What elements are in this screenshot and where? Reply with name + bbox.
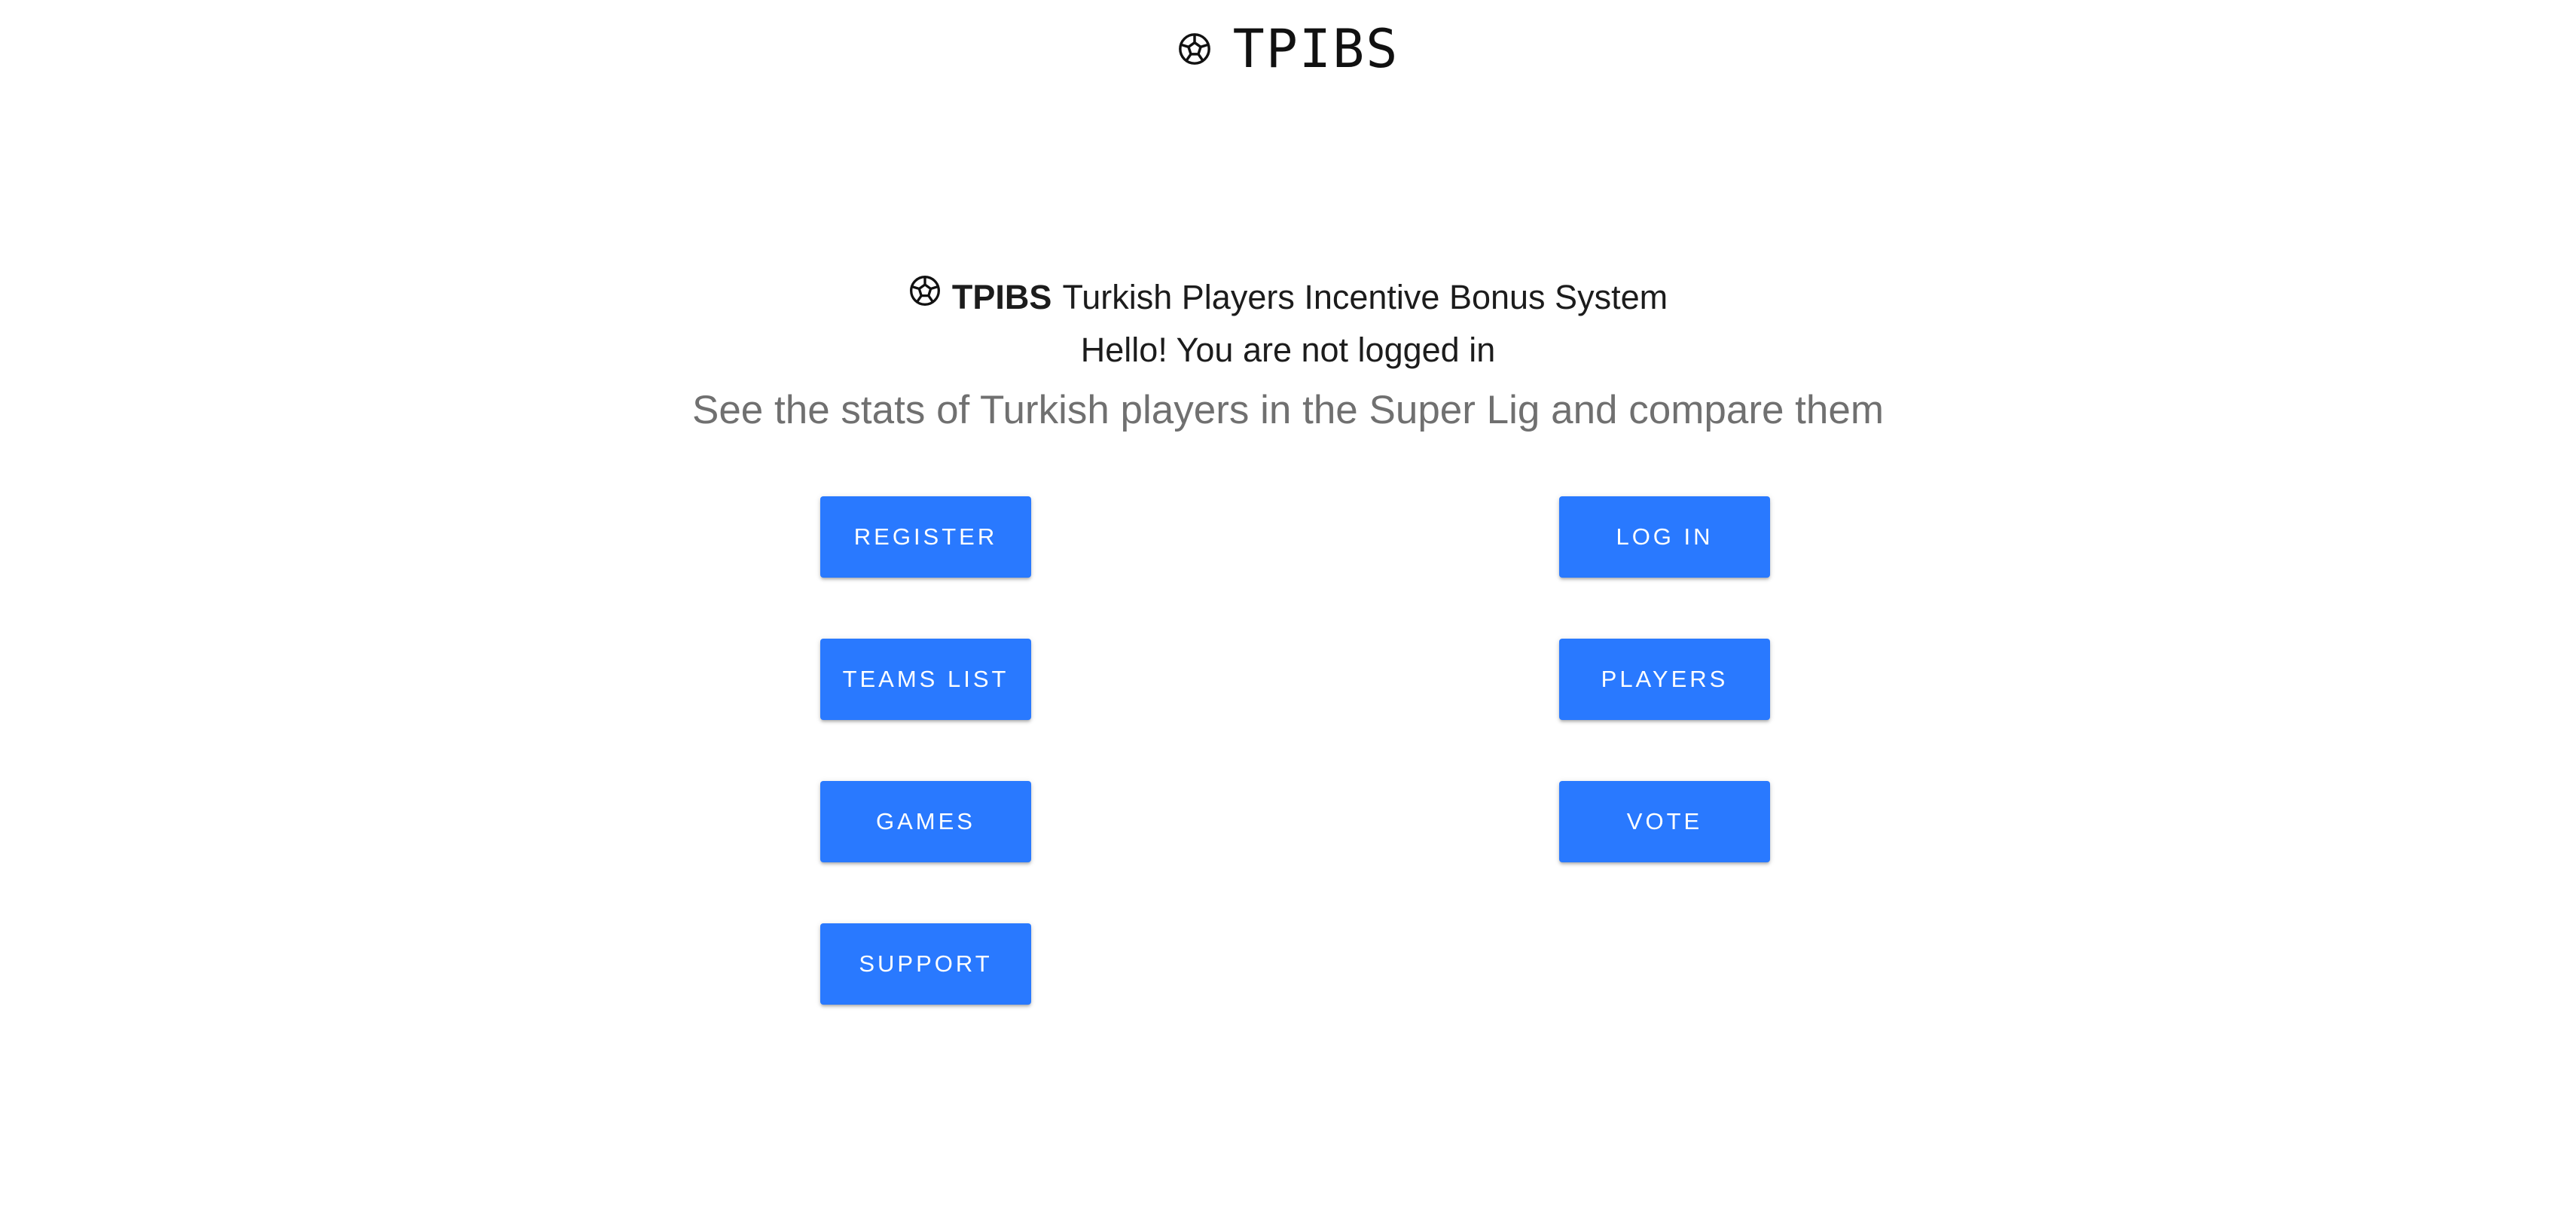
top-bar: TPIBS [0, 0, 2576, 98]
hero-title: TPIBS Turkish Players Incentive Bonus Sy… [0, 271, 2576, 324]
hero-full-name: Turkish Players Incentive Bonus System [1062, 278, 1668, 316]
vote-button[interactable]: VOTE [1559, 781, 1770, 862]
hero-acronym: TPIBS [951, 278, 1052, 316]
hero-tagline: See the stats of Turkish players in the … [691, 388, 1885, 432]
login-button[interactable]: LOG IN [1559, 496, 1770, 578]
soccer-ball-icon [908, 276, 942, 307]
teams-list-button[interactable]: TEAMS LIST [820, 639, 1031, 720]
register-button[interactable]: REGISTER [820, 496, 1031, 578]
soccer-ball-icon [1177, 32, 1212, 66]
login-status-greeting: Hello! You are not logged in [1080, 331, 1496, 369]
app-title: TPIBS [1232, 18, 1399, 80]
players-button[interactable]: PLAYERS [1559, 639, 1770, 720]
games-button[interactable]: GAMES [820, 781, 1031, 862]
hero-section: TPIBS Turkish Players Incentive Bonus Sy… [0, 271, 2576, 444]
support-button[interactable]: SUPPORT [820, 923, 1031, 1005]
